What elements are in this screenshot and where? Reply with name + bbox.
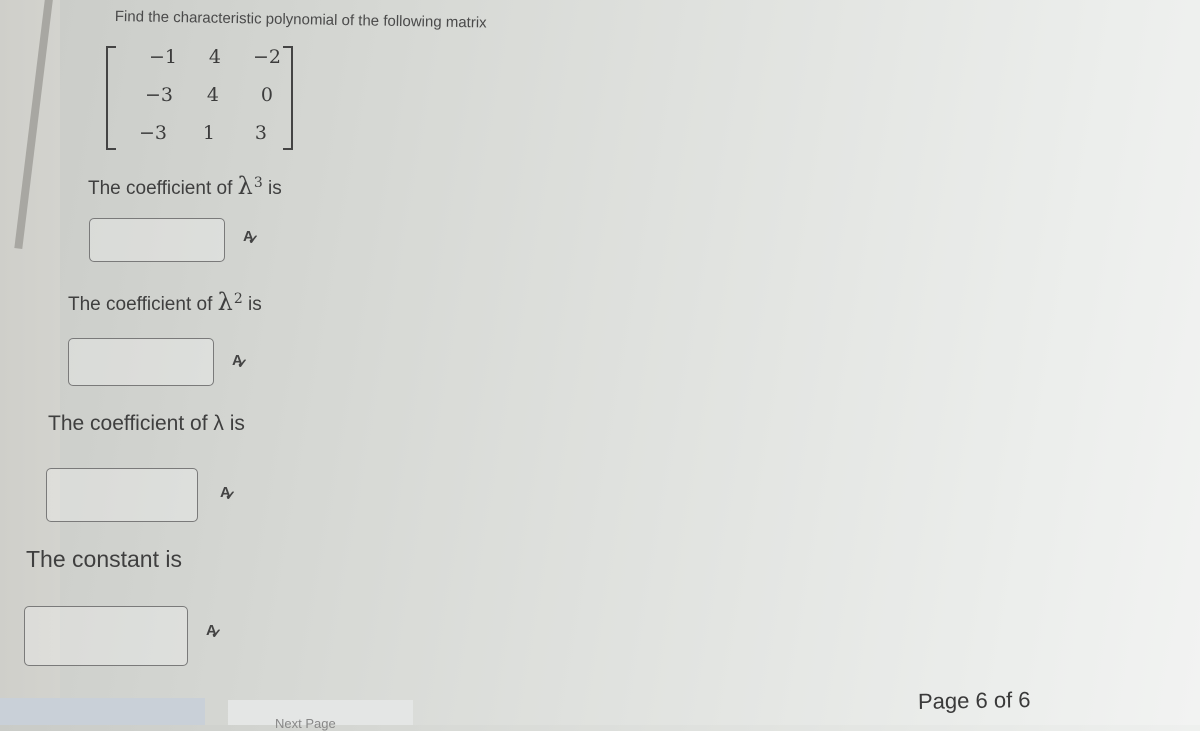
label-suffix: is [223,412,245,435]
matrix-cell: 0 [260,84,273,106]
coefficient-lambda3-label: The coefficient of λ3 is [88,172,282,200]
matrix-cell: 1 [202,122,215,144]
coefficient-lambda3-input[interactable] [89,218,225,262]
spellcheck-icon[interactable]: A ✓ [206,622,222,641]
coefficient-lambda-input[interactable] [46,468,198,522]
label-text: The constant is [26,546,182,572]
label-text: The coefficient of [68,294,218,315]
label-text: The coefficient of [48,412,214,435]
matrix-cell: 4 [208,46,221,68]
matrix-cell: 4 [206,84,219,106]
matrix-right-bracket [283,46,293,150]
matrix-left-bracket [106,46,116,150]
label-suffix: is [262,178,282,199]
matrix-cell: −1 [148,46,177,68]
constant-input[interactable] [24,606,188,666]
label-suffix: is [242,294,262,315]
lambda-symbol: λ [217,288,233,316]
question-prompt: Find the characteristic polynomial of th… [114,8,487,32]
next-page-label[interactable]: Next Page [275,716,336,731]
label-text: The coefficient of [88,178,238,199]
lambda-symbol: λ [213,412,224,435]
coefficient-lambda2-input[interactable] [68,338,214,386]
exponent: 2 [233,290,243,307]
coefficient-lambda2-label: The coefficient of λ2 is [68,288,262,316]
matrix: −1 4 −2 −3 4 0 −3 1 3 [103,44,293,152]
matrix-cell: −2 [252,46,281,68]
spellcheck-icon[interactable]: A ✓ [243,228,259,247]
exponent: 3 [253,174,263,191]
page-indicator: Page 6 of 6 [917,687,1031,714]
matrix-cell: 3 [254,122,267,144]
constant-label: The constant is [26,546,182,573]
matrix-cell: −3 [138,122,167,144]
matrix-cell: −3 [144,84,173,106]
spellcheck-icon[interactable]: A ✓ [220,484,236,503]
spellcheck-icon[interactable]: A ✓ [232,352,248,371]
previous-page-button[interactable] [0,698,205,725]
lambda-symbol: λ [237,172,253,200]
coefficient-lambda-label: The coefficient of λ is [48,412,245,436]
